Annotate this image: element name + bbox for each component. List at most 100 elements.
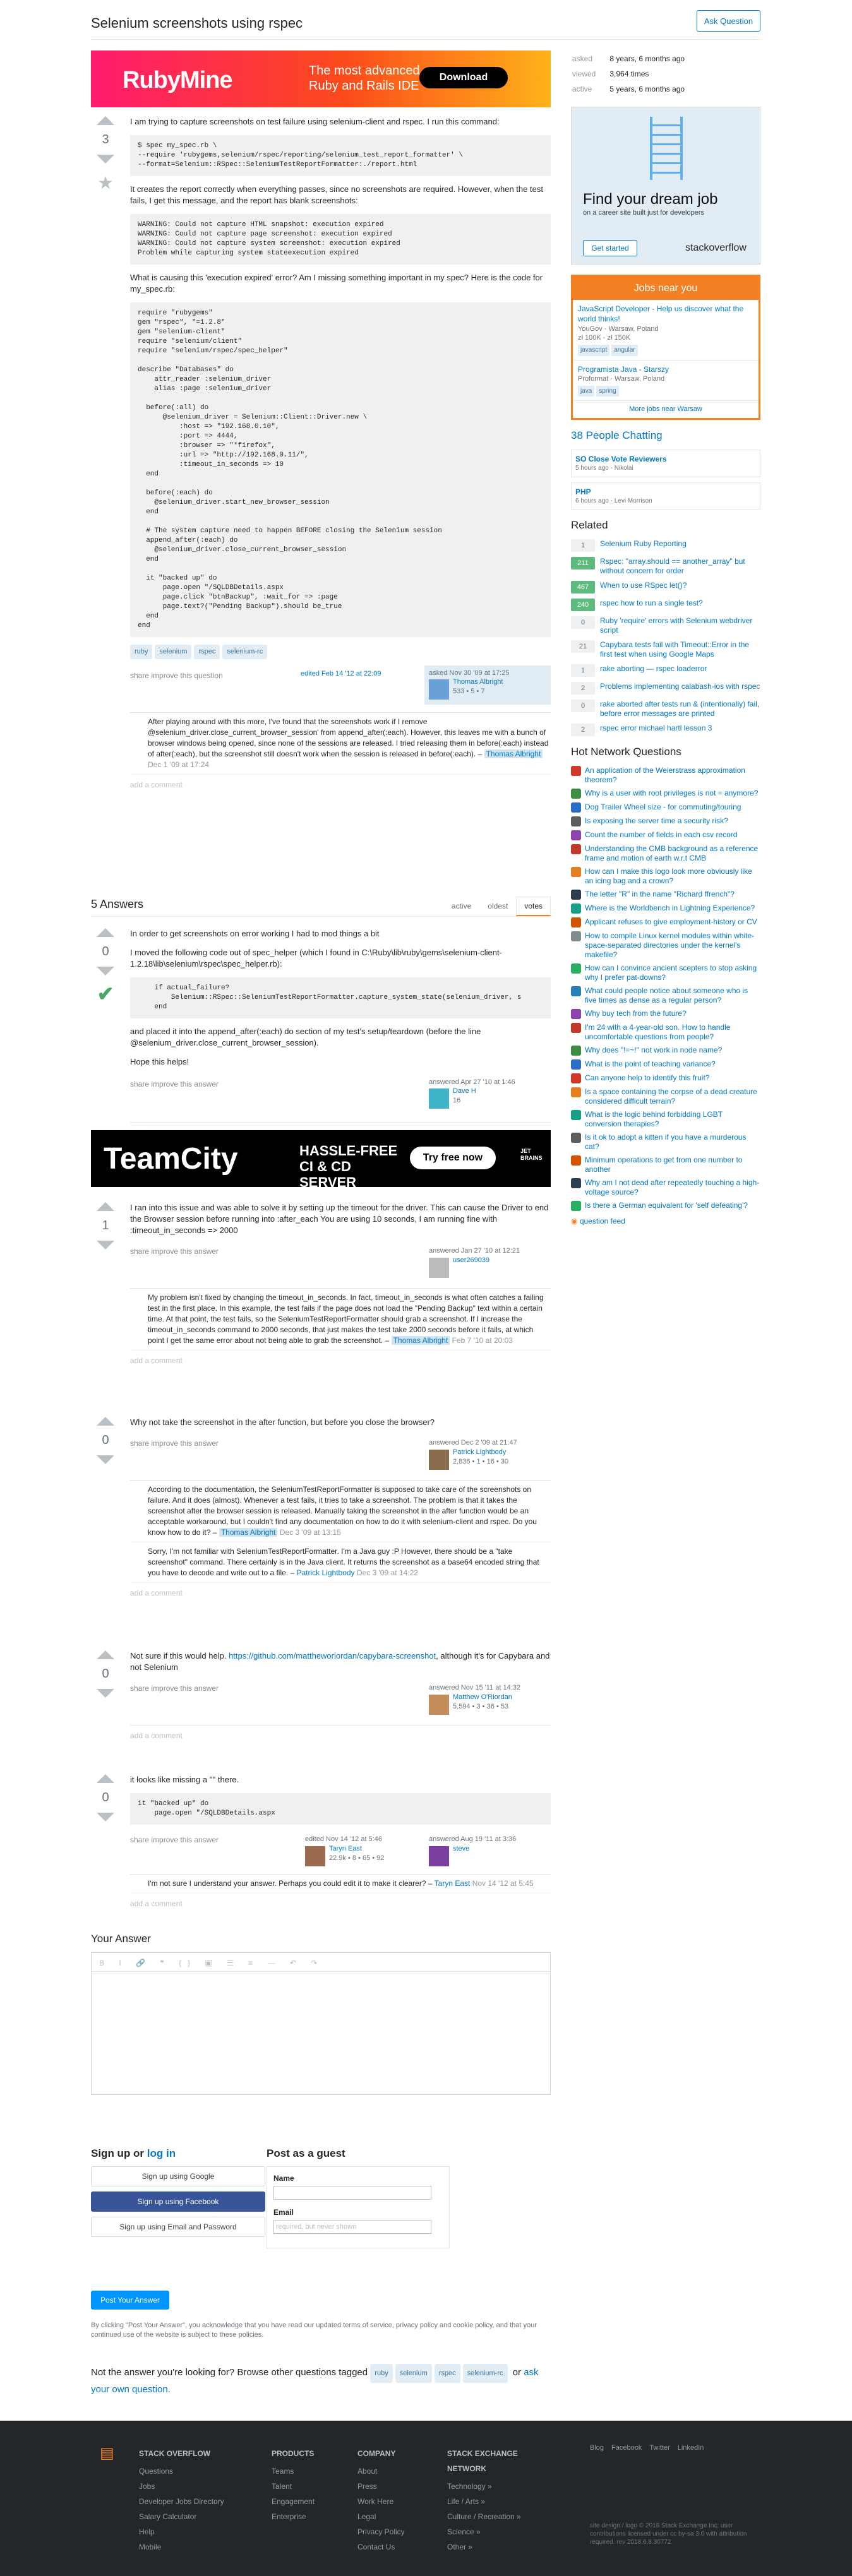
- footer-link[interactable]: Contact Us: [357, 2539, 405, 2555]
- editor-toolbar[interactable]: B I 🔗 ❝ {} ▣ ☰ ≡ — ↶ ↷: [92, 1953, 550, 1972]
- post-menu[interactable]: share improve this answer: [130, 1079, 219, 1089]
- hnq-link[interactable]: An application of the Weierstrass approx…: [585, 766, 760, 785]
- footer-link[interactable]: Questions: [139, 2464, 224, 2479]
- related-item[interactable]: 0 rake aborted after tests run & (intenti…: [571, 700, 760, 719]
- footer-link[interactable]: Salary Calculator: [139, 2509, 224, 2524]
- related-link[interactable]: When to use RSpec let()?: [600, 581, 687, 593]
- tag[interactable]: ruby: [130, 644, 153, 659]
- hnq-item[interactable]: How to compile Linux kernel modules with…: [571, 931, 760, 960]
- comment-user[interactable]: Patrick Lightbody: [297, 1568, 355, 1577]
- add-comment-link[interactable]: add a comment: [130, 1356, 551, 1366]
- hnq-item[interactable]: Where is the Worldbench in Lightning Exp…: [571, 903, 760, 914]
- hnq-item[interactable]: Count the number of fields in each csv r…: [571, 830, 760, 841]
- hnq-item[interactable]: Applicant refuses to give employment-his…: [571, 917, 760, 928]
- tag[interactable]: selenium-rc: [462, 2364, 508, 2383]
- user-link[interactable]: user269039: [453, 1256, 489, 1264]
- hnq-link[interactable]: Why am I not dead after repeatedly touch…: [585, 1178, 760, 1197]
- footer-link[interactable]: Help: [139, 2524, 224, 2539]
- downvote-icon[interactable]: [97, 1689, 114, 1698]
- post-menu[interactable]: share improve this answer: [130, 1438, 219, 1448]
- tab-votes[interactable]: votes: [516, 897, 551, 917]
- avatar[interactable]: [305, 1846, 325, 1866]
- chat-heading[interactable]: 38 People Chatting: [571, 429, 760, 443]
- comment-user[interactable]: Thomas Albright: [391, 1335, 450, 1345]
- hnq-link[interactable]: The letter "R" in the name "Richard ffre…: [585, 890, 735, 900]
- chat-room[interactable]: PHP 6 hours ago - Levi Morrison: [571, 482, 760, 510]
- upvote-icon[interactable]: [97, 1650, 114, 1659]
- footer-link[interactable]: Other »: [447, 2539, 542, 2555]
- hnq-item[interactable]: What could people notice about someone w…: [571, 986, 760, 1005]
- question-feed-text[interactable]: question feed: [580, 1217, 625, 1225]
- downvote-icon[interactable]: [97, 967, 114, 975]
- footer-link[interactable]: Technology »: [447, 2479, 542, 2494]
- chat-room[interactable]: SO Close Vote Reviewers 5 hours ago - Nik…: [571, 450, 760, 477]
- twitter-link[interactable]: Twitter: [649, 2444, 669, 2452]
- hnq-link[interactable]: Where is the Worldbench in Lightning Exp…: [585, 903, 755, 914]
- job-tag[interactable]: javascript: [578, 345, 610, 356]
- related-item[interactable]: 211 Rspec: "array.should == another_array…: [571, 557, 760, 576]
- avatar[interactable]: [429, 1846, 449, 1866]
- tag[interactable]: ruby: [370, 2364, 393, 2383]
- related-link[interactable]: rake aborted after tests run & (intentio…: [600, 700, 760, 719]
- hnq-link[interactable]: Understanding the CMB background as a re…: [585, 844, 760, 863]
- upvote-icon[interactable]: [97, 928, 114, 937]
- upvote-icon[interactable]: [97, 116, 114, 125]
- chat-room-name[interactable]: PHP: [575, 487, 756, 497]
- avatar[interactable]: [429, 1449, 449, 1470]
- tag[interactable]: selenium: [155, 644, 192, 659]
- hnq-item[interactable]: Understanding the CMB background as a re…: [571, 844, 760, 863]
- facebook-link[interactable]: Facebook: [611, 2444, 642, 2452]
- hnq-link[interactable]: How can I make this logo look more obvio…: [585, 867, 760, 886]
- footer-link[interactable]: Mobile: [139, 2539, 224, 2555]
- hnq-item[interactable]: Can anyone help to identify this fruit?: [571, 1073, 760, 1084]
- related-link[interactable]: Rspec: "array.should == another_array" b…: [600, 557, 760, 576]
- related-link[interactable]: rake aborting — rspec loaderror: [600, 664, 707, 677]
- footer-heading[interactable]: STACK EXCHANGE NETWORK: [447, 2446, 542, 2476]
- related-item[interactable]: 467 When to use RSpec let()?: [571, 581, 760, 594]
- tab-active[interactable]: active: [443, 897, 479, 916]
- hnq-item[interactable]: Minimum operations to get from one numbe…: [571, 1155, 760, 1174]
- stackoverflow-logo-icon[interactable]: ▤: [100, 2446, 114, 2461]
- related-link[interactable]: Selenium Ruby Reporting: [600, 539, 687, 552]
- upvote-icon[interactable]: [97, 1774, 114, 1783]
- hnq-item[interactable]: The letter "R" in the name "Richard ffre…: [571, 890, 760, 900]
- user-link[interactable]: Patrick Lightbody: [453, 1448, 506, 1456]
- related-item[interactable]: 0 Ruby 'require' errors with Selenium web…: [571, 616, 760, 635]
- hnq-link[interactable]: I'm 24 with a 4-year-old son. How to han…: [585, 1023, 760, 1042]
- related-link[interactable]: rspec error michael hartl lesson 3: [600, 724, 712, 736]
- avatar[interactable]: [429, 1088, 449, 1109]
- chat-heading-link[interactable]: 38 People Chatting: [571, 429, 663, 441]
- user-link[interactable]: Matthew O'Riordan: [453, 1693, 512, 1701]
- related-item[interactable]: 2 Problems implementing calabash-ios with…: [571, 682, 760, 695]
- footer-heading[interactable]: PRODUCTS: [272, 2446, 315, 2461]
- favorite-star-icon[interactable]: ★: [91, 171, 120, 195]
- upvote-icon[interactable]: [97, 1202, 114, 1211]
- email-field[interactable]: required, but never shown: [273, 2220, 431, 2234]
- avatar[interactable]: [429, 679, 449, 700]
- job-listing[interactable]: Programista Java - Starszy Proformat · W…: [573, 361, 759, 402]
- downvote-icon[interactable]: [97, 1813, 114, 1822]
- tag[interactable]: selenium-rc: [222, 644, 268, 659]
- get-started-button[interactable]: Get started: [583, 239, 637, 256]
- tag[interactable]: rspec: [194, 644, 220, 659]
- related-item[interactable]: 1 Selenium Ruby Reporting: [571, 539, 760, 552]
- footer-link[interactable]: Work Here: [357, 2494, 405, 2509]
- job-tag[interactable]: java: [578, 385, 595, 397]
- footer-link[interactable]: Developer Jobs Directory: [139, 2494, 224, 2509]
- job-listing[interactable]: JavaScript Developer - Help us discover …: [573, 300, 759, 361]
- downvote-icon[interactable]: [97, 1455, 114, 1464]
- hnq-item[interactable]: How can I make this logo look more obvio…: [571, 867, 760, 886]
- question-title[interactable]: Selenium screenshots using rspec: [91, 14, 647, 33]
- facebook-signup-button[interactable]: Sign up using Facebook: [91, 2191, 265, 2212]
- footer-link[interactable]: About: [357, 2464, 405, 2479]
- hnq-link[interactable]: What could people notice about someone w…: [585, 986, 760, 1005]
- rubymine-ad[interactable]: RubyMine The most advanced Ruby and Rail…: [91, 51, 551, 107]
- related-link[interactable]: Capybara tests fail with Timeout::Error …: [600, 640, 760, 659]
- job-tag[interactable]: spring: [596, 385, 619, 397]
- login-link[interactable]: log in: [147, 2147, 176, 2159]
- add-comment-link[interactable]: add a comment: [130, 780, 551, 790]
- user-link[interactable]: Dave H: [453, 1087, 476, 1095]
- ad-try-button[interactable]: Try free now: [410, 1147, 496, 1169]
- hnq-item[interactable]: Is there a German equivalent for 'self d…: [571, 1201, 760, 1212]
- footer-link[interactable]: Teams: [272, 2464, 315, 2479]
